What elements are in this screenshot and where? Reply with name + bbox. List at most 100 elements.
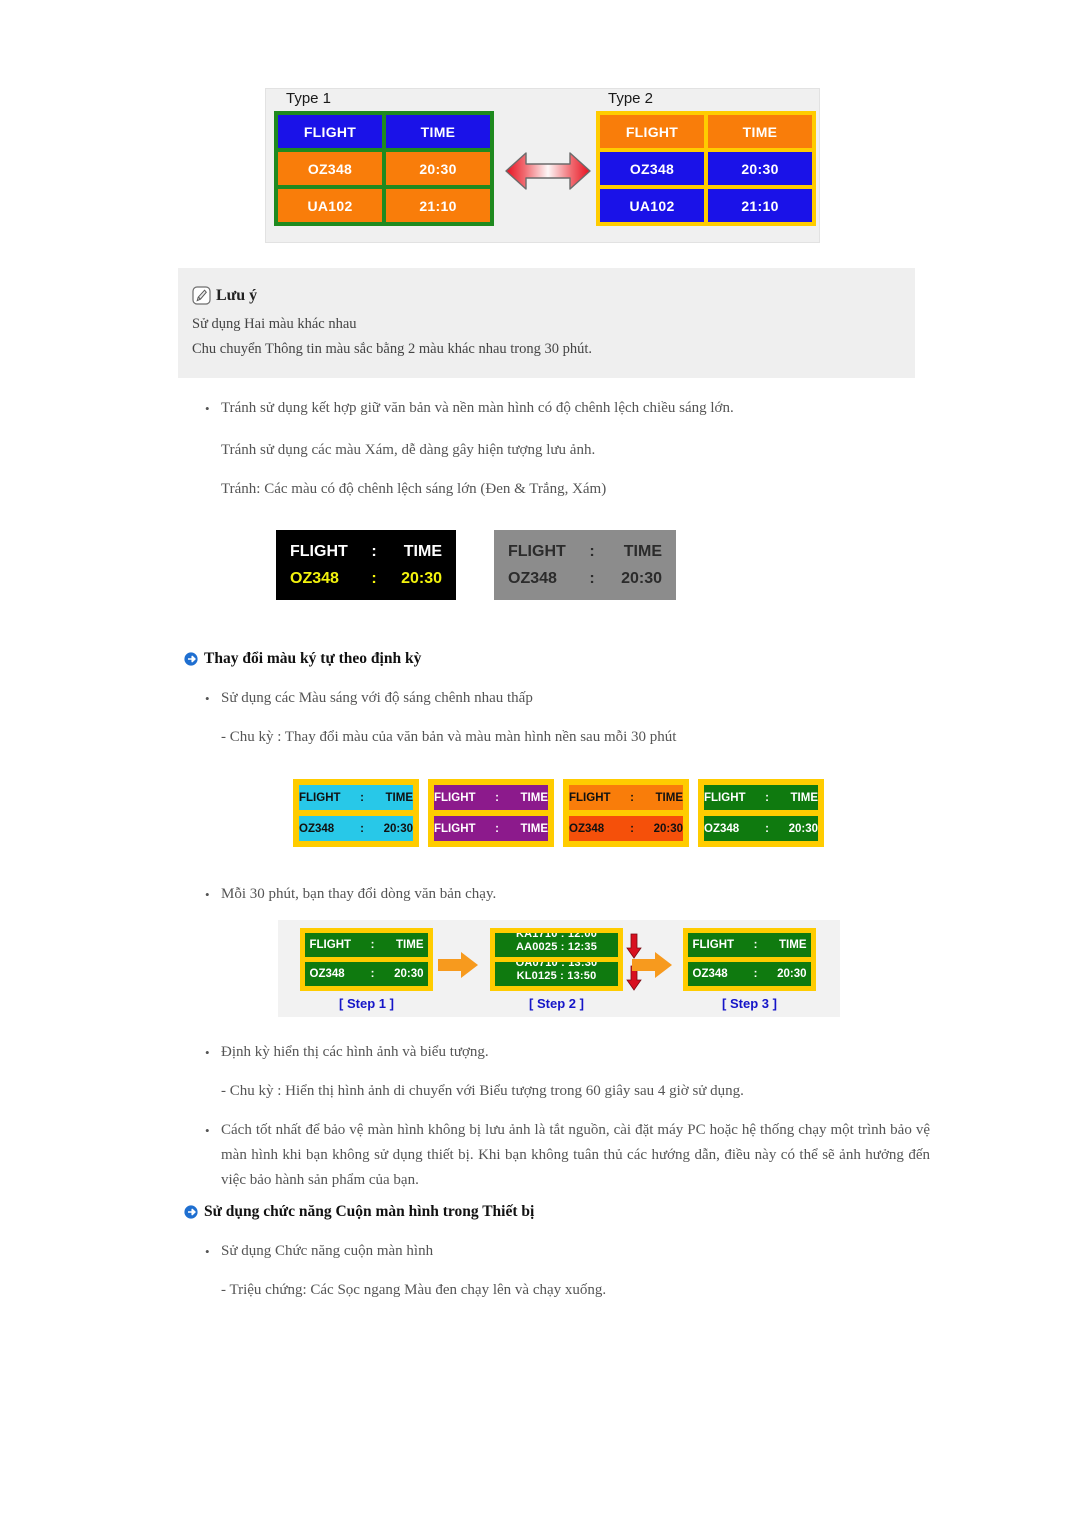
- bullet-glyph: •: [205, 691, 210, 706]
- step-1-row2-left: OZ348: [309, 968, 345, 980]
- sample-gray-row2-left: OZ348: [508, 570, 557, 587]
- step-1-row-1: FLIGHT : TIME: [305, 933, 428, 957]
- color-change-sub-3: - Chu kỳ : Hiển thị hình ảnh di chuyển v…: [221, 1083, 744, 1099]
- step-1-row-2: OZ348 : 20:30: [305, 962, 428, 986]
- sample-gray-row1-right: TIME: [623, 543, 662, 560]
- type-1-cell-ua102: UA102: [278, 189, 382, 222]
- note-line-1: Sử dụng Hai màu khác nhau: [192, 316, 357, 332]
- sample-gray-row-2: OZ348 : 20:30: [508, 565, 662, 592]
- sample-panel-black: FLIGHT : TIME OZ348 : 20:30: [276, 530, 456, 600]
- color-panel-2-row1-right: TIME: [520, 791, 548, 804]
- step-1-row2-sep: :: [370, 968, 375, 980]
- avoid-bullet-1: • Tránh sử dụng kết hợp giữ văn bản và n…: [205, 396, 925, 421]
- section-heading-screen-scroll: Sử dụng chức năng Cuộn màn hình trong Th…: [184, 1203, 534, 1221]
- step-1-row1-right: TIME: [396, 939, 424, 951]
- orange-right-arrow-icon: [436, 950, 480, 980]
- step-2-panel: KA1710 : 12:00 AA0025 : 12:35 OA0710 : 1…: [490, 928, 623, 991]
- color-panel-2-row1-left: FLIGHT: [434, 791, 476, 804]
- sample-black-row1-left: FLIGHT: [290, 543, 348, 560]
- color-panel-2-row2-left: FLIGHT: [434, 822, 476, 835]
- color-panel-2-row-1: FLIGHT : TIME: [434, 785, 548, 810]
- step-2-row2-bottom-text: KL0125 : 13:50: [516, 970, 597, 982]
- step-2-row2-top-text: OA0710 : 13:30: [515, 962, 598, 969]
- type-2-block: Type 2 FLIGHT TIME OZ348 20:30 UA102 21:…: [596, 89, 816, 226]
- step-1-row1-left: FLIGHT: [309, 939, 352, 951]
- color-panel-4-row-2: OZ348 : 20:30: [704, 816, 818, 841]
- step-1-label: [ Step 1 ]: [339, 996, 394, 1011]
- type-1-cell-flight: FLIGHT: [278, 115, 382, 148]
- sample-black-row-1: FLIGHT : TIME: [290, 538, 442, 565]
- type-1-cell-time: TIME: [386, 115, 490, 148]
- bullet-glyph: •: [205, 401, 210, 416]
- step-3-row2-sep: :: [753, 968, 758, 980]
- color-change-bullet-4: • Cách tốt nhất để bảo vệ màn hình không…: [205, 1118, 930, 1193]
- step-2-row-2: OA0710 : 13:30 KL0125 : 13:50: [495, 962, 618, 986]
- step-3-label: [ Step 3 ]: [722, 996, 777, 1011]
- sample-black-row2-left: OZ348: [290, 570, 339, 587]
- step-3-row1-right: TIME: [779, 939, 807, 951]
- sample-gray-row-1: FLIGHT : TIME: [508, 538, 662, 565]
- color-panel-3-row2-sep: :: [630, 822, 634, 835]
- type-2-cell-2110: 21:10: [708, 189, 812, 222]
- scroll-bullet-1: • Sử dụng Chức năng cuộn màn hình: [205, 1239, 905, 1264]
- color-change-bullet-2: • Mỗi 30 phút, bạn thay đổi dòng văn bản…: [205, 882, 905, 907]
- color-change-bullet-2-text: Mỗi 30 phút, bạn thay đổi dòng văn bản c…: [221, 886, 497, 902]
- step-3-row1-sep: :: [753, 939, 758, 951]
- color-change-bullet-3: • Định kỳ hiển thị các hình ảnh và biểu …: [205, 1040, 905, 1065]
- color-panel-4-row2-sep: :: [765, 822, 769, 835]
- step-3-row-2: OZ348 : 20:30: [688, 962, 811, 986]
- avoid-line-3: Tránh: Các màu có độ chênh lệch sáng lớn…: [221, 481, 607, 497]
- step-3-row1-left: FLIGHT: [692, 939, 735, 951]
- color-change-bullet-3-text: Định kỳ hiển thị các hình ảnh và biểu tư…: [221, 1044, 489, 1060]
- step-3-row2-right: 20:30: [777, 968, 807, 980]
- type-2-table: FLIGHT TIME OZ348 20:30 UA102 21:10: [596, 111, 816, 226]
- color-panel-1-row2-sep: :: [360, 822, 364, 835]
- type-2-cell-ua102: UA102: [600, 189, 704, 222]
- step-1-panel: FLIGHT : TIME OZ348 : 20:30: [300, 928, 433, 991]
- color-panel-4-row1-left: FLIGHT: [704, 791, 746, 804]
- avoid-bullet-1-text: Tránh sử dụng kết hợp giữ văn bản và nền…: [221, 400, 734, 416]
- note-callout-box: Lưu ý Sử dụng Hai màu khác nhau Chu chuy…: [178, 268, 915, 378]
- step-3-panel: FLIGHT : TIME OZ348 : 20:30: [683, 928, 816, 991]
- sample-panel-gray: FLIGHT : TIME OZ348 : 20:30: [494, 530, 676, 600]
- type-1-cell-2030: 20:30: [386, 152, 490, 185]
- note-title: Lưu ý: [192, 286, 899, 305]
- type-2-cell-flight: FLIGHT: [600, 115, 704, 148]
- section-heading-screen-scroll-text: Sử dụng chức năng Cuộn màn hình trong Th…: [204, 1203, 535, 1220]
- color-panel-1-row1-sep: :: [360, 791, 364, 804]
- color-change-bullet-4-text: Cách tốt nhất để bảo vệ màn hình không b…: [221, 1122, 930, 1188]
- type-2-caption: Type 2: [608, 90, 654, 107]
- scrolling-text-steps-figure: FLIGHT : TIME OZ348 : 20:30 [ Step 1 ] K…: [278, 920, 840, 1017]
- color-panel-3-row1-right: TIME: [655, 791, 683, 804]
- sample-gray-row2-right: 20:30: [621, 570, 662, 587]
- type-2-cell-time: TIME: [708, 115, 812, 148]
- color-panel-1-row2-right: 20:30: [383, 822, 413, 835]
- color-change-bullet-1-text: Sử dụng các Màu sáng với độ sáng chênh n…: [221, 690, 533, 706]
- color-panel-3-row-1: FLIGHT : TIME: [569, 785, 683, 810]
- color-panel-1-row-1: FLIGHT : TIME: [299, 785, 413, 810]
- note-line-2: Chu chuyển Thông tin màu sắc bằng 2 màu …: [192, 341, 593, 357]
- sample-black-row2-sep: :: [371, 570, 377, 587]
- color-panel-3-row2-left: OZ348: [569, 822, 605, 835]
- color-panel-2-row2-sep: :: [495, 822, 499, 835]
- scroll-sub-1: - Triệu chứng: Các Sọc ngang Màu đen chạ…: [221, 1282, 607, 1298]
- bullet-glyph: •: [205, 887, 210, 902]
- color-panel-4-row1-right: TIME: [790, 791, 818, 804]
- scroll-bullet-1-text: Sử dụng Chức năng cuộn màn hình: [221, 1243, 434, 1259]
- type-2-cell-oz348: OZ348: [600, 152, 704, 185]
- type-1-caption: Type 1: [286, 90, 332, 107]
- color-panel-3-row1-left: FLIGHT: [569, 791, 611, 804]
- step-3-row2-left: OZ348: [692, 968, 728, 980]
- step-2-row1-top-text: KA1710 : 12:00: [515, 933, 598, 940]
- note-title-text: Lưu ý: [216, 286, 258, 304]
- color-change-bullet-1: • Sử dụng các Màu sáng với độ sáng chênh…: [205, 686, 905, 711]
- color-panel-4-row1-sep: :: [765, 791, 769, 804]
- avoid-line-2: Tránh sử dụng các màu Xám, dễ dàng gây h…: [221, 442, 596, 458]
- color-cycle-panels: FLIGHT : TIME OZ348 : 20:30 FLIGHT : TIM…: [293, 779, 824, 847]
- color-panel-4-row2-left: OZ348: [704, 822, 740, 835]
- sample-black-row1-right: TIME: [403, 543, 442, 560]
- color-change-sub-1: - Chu kỳ : Thay đổi màu của văn bản và m…: [221, 729, 677, 745]
- type-1-table: FLIGHT TIME OZ348 20:30 UA102 21:10: [274, 111, 494, 226]
- color-panel-2-row-2: FLIGHT : TIME: [434, 816, 548, 841]
- sample-black-row2-right: 20:30: [401, 570, 442, 587]
